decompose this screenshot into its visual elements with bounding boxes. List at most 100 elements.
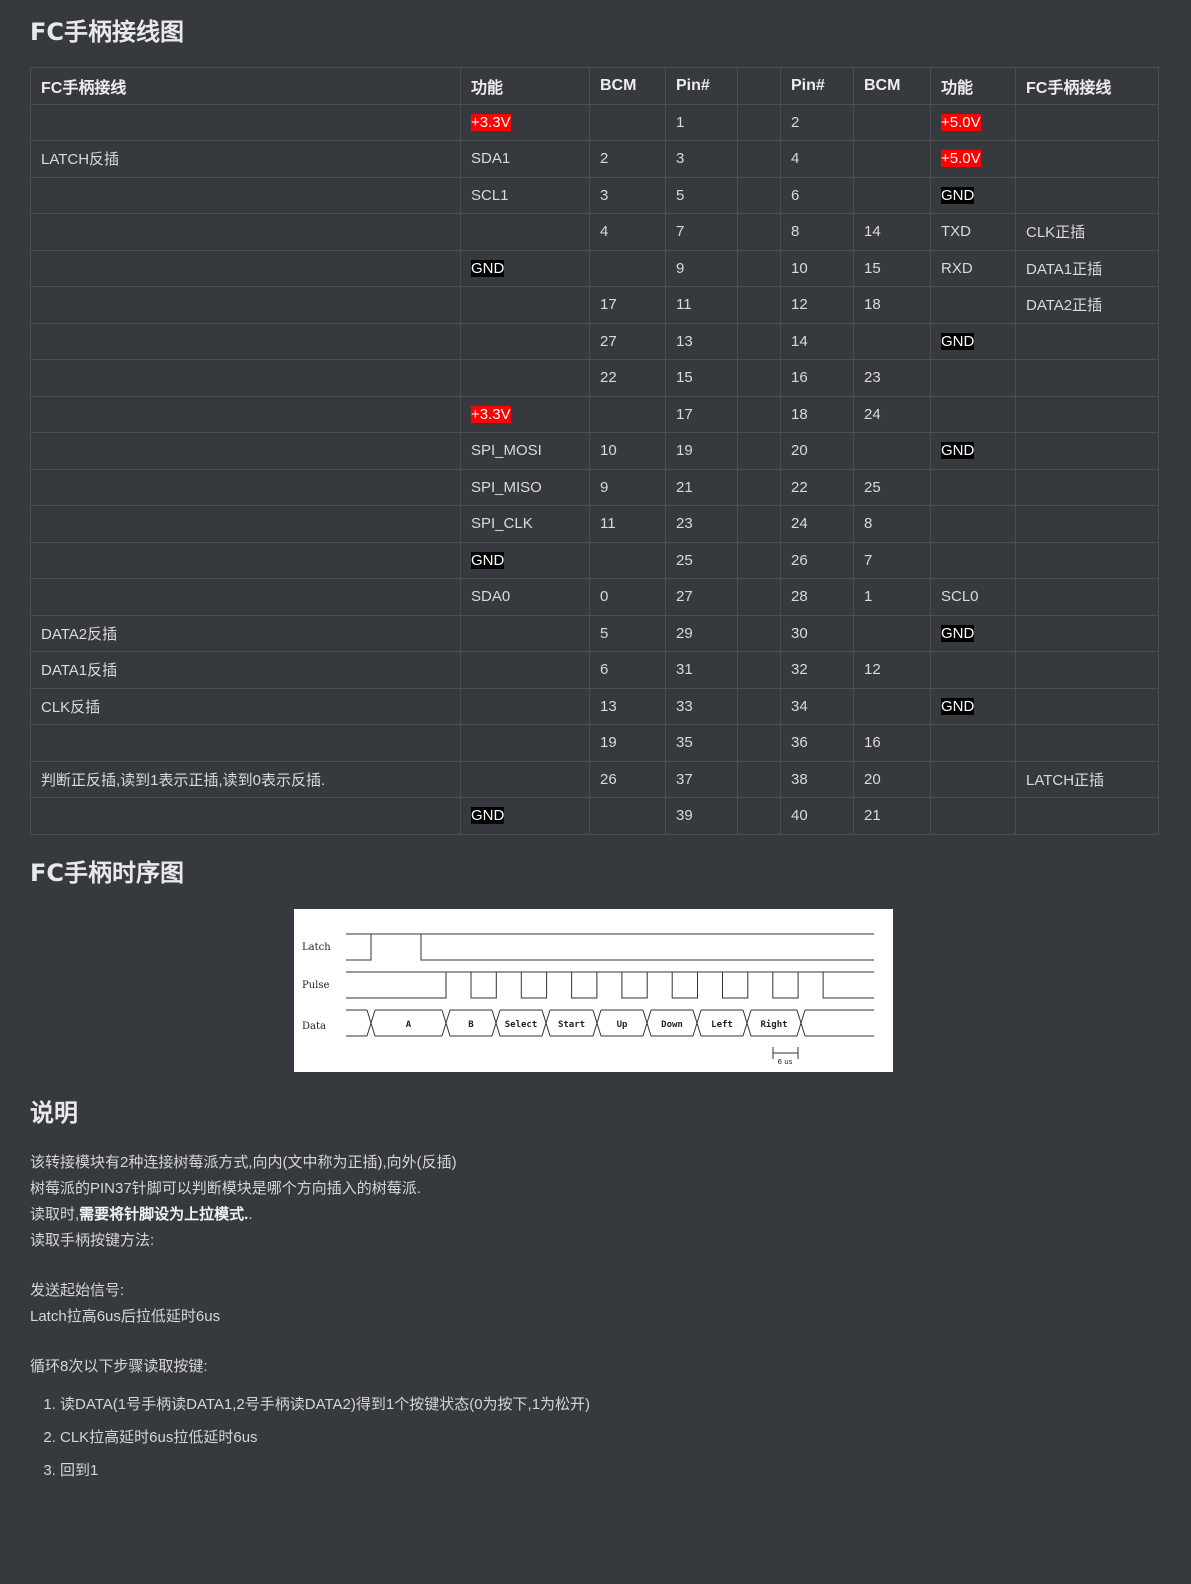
- table-cell: GND: [460, 797, 590, 835]
- cell-value: 4: [791, 150, 800, 168]
- table-cell: 2: [589, 140, 666, 178]
- table-cell: [1015, 614, 1159, 652]
- table-cell: 39: [665, 797, 738, 835]
- cell-value: 0: [600, 588, 609, 606]
- table-row: 27 13 14 GND: [30, 322, 1159, 360]
- signal-label: Data: [302, 1021, 326, 1032]
- cell-value: 16: [791, 369, 808, 387]
- notes-line: 循环8次以下步骤读取按键:: [30, 1358, 208, 1375]
- cell-value: +5.0V: [941, 150, 981, 168]
- data-bit-label: Select: [505, 1020, 538, 1030]
- cell-value: 3: [600, 186, 609, 204]
- table-row: DATA2反插 5 29 30 GND: [30, 614, 1159, 652]
- table-cell: [460, 760, 590, 798]
- table-cell: 6: [780, 176, 854, 214]
- cell-value: 14: [864, 223, 881, 241]
- table-row: 22 15 16 23: [30, 359, 1159, 397]
- table-cell: [30, 249, 461, 287]
- table-cell: 20: [780, 432, 854, 470]
- table-cell: [737, 505, 781, 543]
- cell-value: GND: [471, 259, 505, 277]
- cell-value: 17: [600, 296, 617, 314]
- table-cell: [589, 541, 666, 579]
- cell-value: +3.3V: [471, 113, 511, 131]
- table-cell: [30, 724, 461, 762]
- cell-value: 19: [600, 734, 617, 752]
- table-cell: 26: [780, 541, 854, 579]
- table-cell: [930, 541, 1016, 579]
- data-bit-label: Up: [617, 1020, 628, 1030]
- table-cell: 14: [780, 322, 854, 360]
- table-row: +3.3V 1 2 +5.0V: [30, 103, 1159, 141]
- cell-value: 8: [791, 223, 800, 241]
- cell-value: 20: [791, 442, 808, 460]
- table-cell: 12: [780, 286, 854, 324]
- table-cell: GND: [930, 614, 1016, 652]
- table-cell: 36: [780, 724, 854, 762]
- table-cell: 23: [665, 505, 738, 543]
- table-cell: GND: [930, 432, 1016, 470]
- table-cell: [930, 395, 1016, 433]
- list-item: 读DATA(1号手柄读DATA1,2号手柄读DATA2)得到1个按键状态(0为按…: [60, 1392, 1130, 1418]
- table-cell: [930, 651, 1016, 689]
- signal-label: Pulse: [302, 980, 329, 991]
- cell-value: DATA1反插: [41, 662, 118, 680]
- table-cell: [460, 724, 590, 762]
- cell-value: SDA1: [471, 150, 511, 168]
- latch-waveform: [346, 933, 874, 961]
- table-cell: [930, 359, 1016, 397]
- table-cell: 26: [589, 760, 666, 798]
- pin-table: FC手柄接线 功能 BCM Pin# Pin# BCM 功能 FC手柄接线 +3.3V 1 2 +5…: [30, 67, 1159, 835]
- table-cell: SPI_MISO: [460, 468, 590, 506]
- table-cell: 13: [665, 322, 738, 360]
- cell-value: 29: [676, 624, 693, 642]
- cell-value: SDA0: [471, 588, 511, 606]
- cell-value: RXD: [941, 259, 973, 277]
- table-cell: +3.3V: [460, 395, 590, 433]
- table-cell: SPI_MOSI: [460, 432, 590, 470]
- table-cell: [737, 541, 781, 579]
- table-cell: [930, 797, 1016, 835]
- table-cell: DATA1反插: [30, 651, 461, 689]
- table-cell: 14: [853, 213, 931, 251]
- table-cell: [853, 103, 931, 141]
- data-bit-label: Start: [558, 1020, 585, 1030]
- column-header: FC手柄接线: [1015, 67, 1159, 105]
- cell-value: GND: [471, 551, 505, 569]
- cell-value: 1: [864, 588, 873, 606]
- table-cell: 27: [589, 322, 666, 360]
- table-cell: 17: [589, 286, 666, 324]
- table-cell: 10: [589, 432, 666, 470]
- table-cell: [737, 140, 781, 178]
- cell-value: SCL1: [471, 186, 509, 204]
- table-cell: 9: [665, 249, 738, 287]
- table-cell: 19: [589, 724, 666, 762]
- table-row: LATCH反插 SDA1 2 3 4 +5.0V: [30, 140, 1159, 178]
- cell-value: 19: [676, 442, 693, 460]
- table-cell: DATA1正插: [1015, 249, 1159, 287]
- table-cell: 18: [780, 395, 854, 433]
- table-cell: SPI_CLK: [460, 505, 590, 543]
- cell-value: 12: [864, 661, 881, 679]
- table-row: +3.3V 17 18 24: [30, 395, 1159, 433]
- table-cell: DATA2反插: [30, 614, 461, 652]
- table-cell: [930, 468, 1016, 506]
- table-cell: [1015, 176, 1159, 214]
- cell-value: +3.3V: [471, 405, 511, 423]
- table-cell: +3.3V: [460, 103, 590, 141]
- cell-value: 1: [676, 113, 685, 131]
- table-cell: 29: [665, 614, 738, 652]
- table-cell: [737, 651, 781, 689]
- table-cell: [1015, 687, 1159, 725]
- table-cell: +5.0V: [930, 103, 1016, 141]
- table-cell: [460, 359, 590, 397]
- data-bit-label: Left: [711, 1020, 733, 1030]
- table-cell: GND: [930, 687, 1016, 725]
- notes-body: 该转接模块有2种连接树莓派方式,向内(文中称为正插),向外(反插) 树莓派的PI…: [30, 1150, 1130, 1491]
- table-cell: GND: [460, 249, 590, 287]
- cell-value: 26: [791, 551, 808, 569]
- table-cell: [460, 322, 590, 360]
- cell-value: SPI_MISO: [471, 478, 542, 496]
- cell-value: 2: [791, 113, 800, 131]
- table-cell: RXD: [930, 249, 1016, 287]
